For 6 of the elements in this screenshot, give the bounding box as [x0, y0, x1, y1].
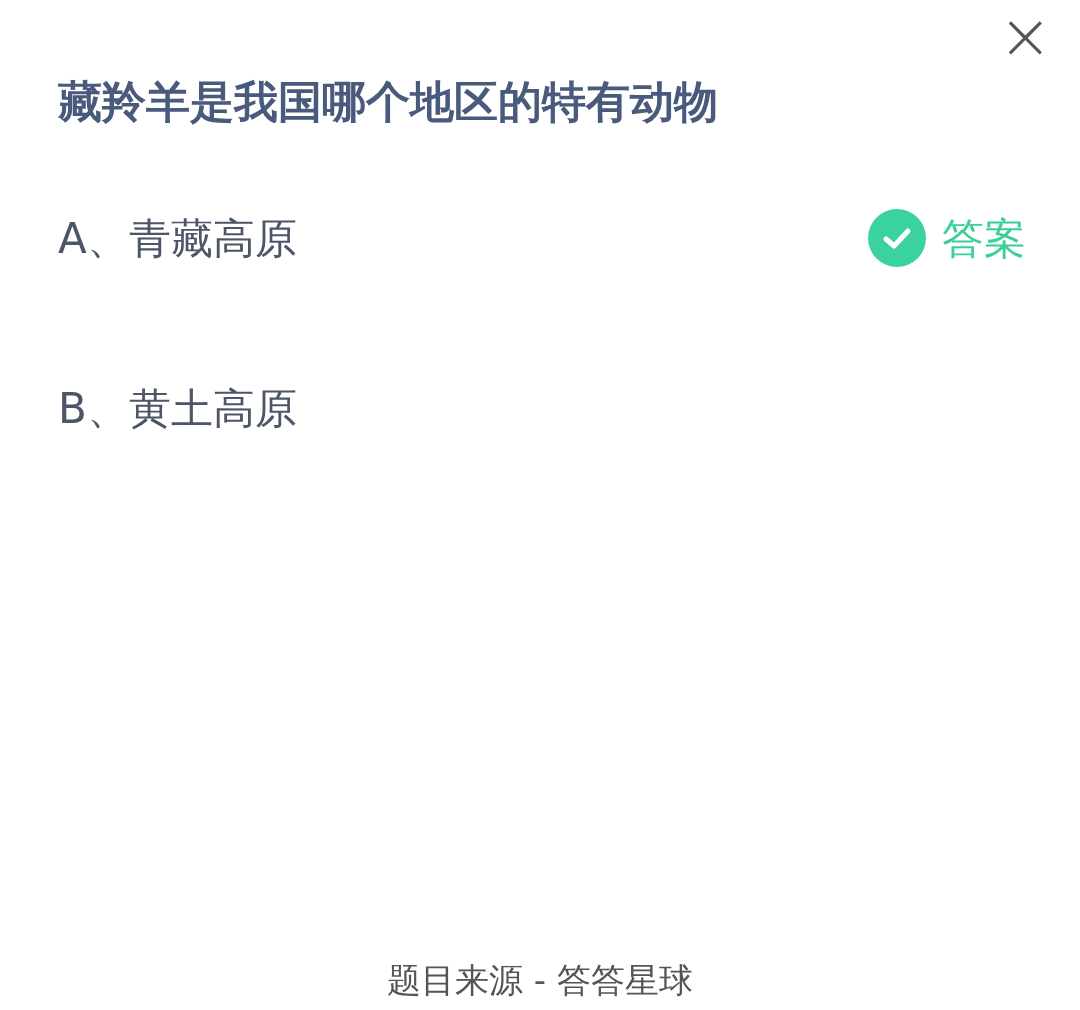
question-text: 藏羚羊是我国哪个地区的特有动物: [58, 76, 719, 129]
answer-label: 答案: [942, 212, 1026, 265]
close-button[interactable]: ×: [998, 4, 1052, 68]
source-text: 题目来源 - 答答星球: [387, 959, 693, 1002]
option-text[interactable]: B、黄土高原: [58, 376, 297, 440]
option-text[interactable]: A、青藏高原: [58, 206, 297, 270]
